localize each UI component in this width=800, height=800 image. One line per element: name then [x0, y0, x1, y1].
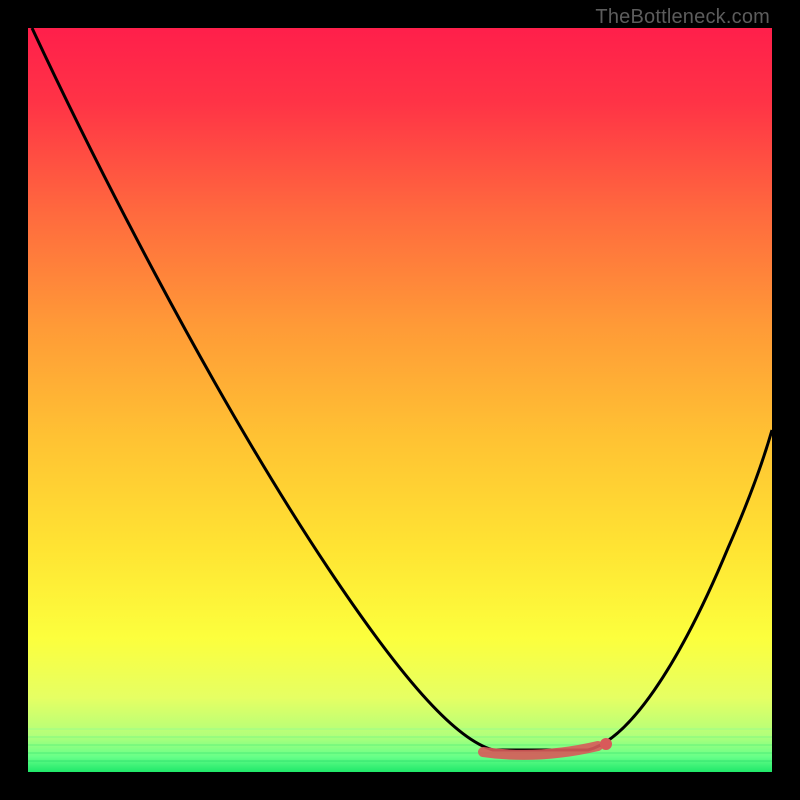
- plot-area: [28, 28, 772, 772]
- chart-canvas: TheBottleneck.com: [0, 0, 800, 800]
- curve-line: [32, 28, 772, 750]
- optimal-point-marker: [600, 738, 612, 750]
- optimal-range-marker: [483, 746, 598, 755]
- watermark-text: TheBottleneck.com: [595, 6, 770, 29]
- bottleneck-curve: [28, 28, 772, 772]
